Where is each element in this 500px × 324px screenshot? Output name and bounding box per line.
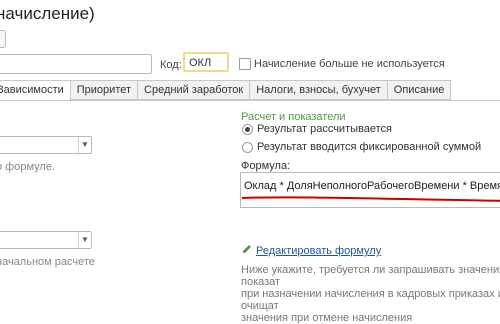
- toolbar-button[interactable]: [0, 30, 6, 48]
- chevron-down-icon[interactable]: ▼: [78, 137, 91, 153]
- tab-average-earnings[interactable]: Средний заработок: [137, 80, 251, 100]
- tab-taxes[interactable]: Налоги, взносы, бухучет: [249, 80, 388, 100]
- edit-formula-link[interactable]: Редактировать формулу: [256, 245, 381, 257]
- hint-line-2: при назначении начисления в кадровых при…: [241, 288, 500, 312]
- radio-fixed-sum-label: Результат вводится фиксированной суммой: [257, 141, 482, 153]
- tab-description[interactable]: Описание: [386, 80, 452, 100]
- formula-text: Оклад * ДоляНеполногоРабочегоВремени * В…: [244, 180, 500, 192]
- tab-bar: Зависимости Приоритет Средний заработок …: [0, 80, 452, 100]
- name-input[interactable]: [0, 54, 152, 74]
- section-title: Расчет и показатели: [241, 111, 346, 123]
- not-used-checkbox-label: Начисление больше не используется: [254, 58, 445, 70]
- hint-line-1: Ниже укажите, требуется ли запрашивать з…: [241, 264, 500, 288]
- pencil-icon: [243, 245, 251, 253]
- left-hint-2: начальном расчете: [0, 256, 95, 268]
- formula-highlight-underline: [241, 196, 500, 202]
- chevron-down-icon[interactable]: ▼: [78, 232, 91, 248]
- window-title: начисление): [0, 4, 95, 23]
- left-select-2[interactable]: ▼: [0, 231, 92, 249]
- radio-calculated-label: Результат рассчитывается: [257, 123, 392, 135]
- not-used-checkbox[interactable]: [239, 58, 251, 70]
- code-input[interactable]: ОКЛ: [183, 52, 229, 72]
- hint-text: Ниже укажите, требуется ли запрашивать з…: [241, 264, 500, 324]
- tab-priority[interactable]: Приоритет: [69, 80, 139, 100]
- tab-dependencies[interactable]: Зависимости: [0, 80, 71, 100]
- formula-label: Формула:: [241, 160, 291, 172]
- hint-line-3: значения при отмене начисления: [241, 312, 413, 324]
- radio-fixed-sum[interactable]: [242, 142, 253, 153]
- radio-calculated[interactable]: [242, 124, 253, 135]
- left-hint-1: о формуле.: [0, 161, 55, 173]
- code-label: Код:: [160, 59, 182, 71]
- tab-divider: [0, 100, 500, 101]
- left-select-1[interactable]: ▼: [0, 136, 92, 154]
